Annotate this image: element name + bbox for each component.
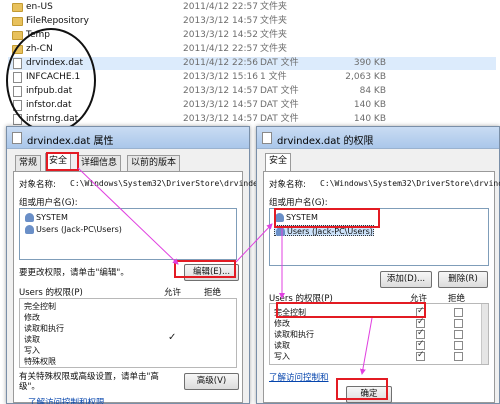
arrow-tab-to-edit [77, 167, 179, 265]
annotation-arrows [77, 167, 373, 375]
arrow-fullcontrol-to-ok [359, 317, 373, 375]
arrow-edit-to-users [235, 223, 273, 263]
